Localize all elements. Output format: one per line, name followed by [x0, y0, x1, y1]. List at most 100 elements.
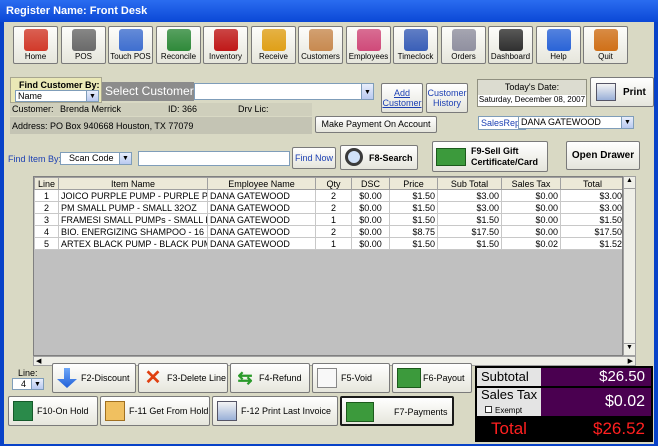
toolbar-button-dashboard[interactable]: Dashboard: [488, 26, 533, 64]
scroll-left-arrow[interactable]: ◀: [36, 357, 41, 365]
column-header[interactable]: Qty: [315, 177, 352, 190]
find-item-by-select[interactable]: Scan Code ▼: [60, 152, 132, 165]
open-drawer-button[interactable]: Open Drawer: [566, 141, 640, 170]
chevron-down-icon[interactable]: ▼: [621, 117, 633, 128]
table-cell: FRAMESI SMALL PUMPs - SMALL PUMP: [58, 213, 208, 226]
f9-gift-label: F9-Sell Gift Certificate/Card: [471, 146, 539, 167]
find-customer-panel: Find Customer By: Name ▼: [10, 77, 102, 103]
toolbar-button-label: Home: [24, 52, 47, 61]
toolbar-button-orders[interactable]: Orders: [441, 26, 486, 64]
toolbar-button-pos[interactable]: POS: [61, 26, 106, 64]
toolbar-button-inventory[interactable]: Inventory: [203, 26, 248, 64]
toolbar-button-label: Inventory: [209, 52, 242, 61]
print-button[interactable]: Print: [590, 77, 654, 107]
print-label: Print: [623, 87, 646, 98]
toolbar-button-reconcile[interactable]: Reconcile: [156, 26, 201, 64]
toolbar-button-quit[interactable]: Quit: [583, 26, 628, 64]
f4-refund-label: F4-Refund: [259, 373, 302, 383]
column-header[interactable]: Line: [34, 177, 59, 190]
f10-on-hold-button[interactable]: F10-On Hold: [8, 396, 98, 426]
scroll-down-arrow[interactable]: ▼: [624, 343, 635, 355]
toolbar-button-label: Reconcile: [160, 52, 197, 61]
customer-info-row: Customer: Brenda Merrick ID: 366 Drv Lic…: [10, 103, 312, 116]
line-selector-select[interactable]: 4 ▼: [12, 378, 44, 390]
f4-refund-button[interactable]: ⇆ F4-Refund: [230, 363, 310, 393]
table-cell: $1.52: [560, 237, 622, 250]
table-row[interactable]: 1JOICO PURPLE PUMP - PURPLE PUMPDANA GAT…: [34, 189, 622, 202]
f6-payout-label: F6-Payout: [423, 373, 465, 383]
f12-print-last-invoice-button[interactable]: F-12 Print Last Invoice: [212, 396, 338, 426]
column-header[interactable]: DSC: [351, 177, 390, 190]
table-cell: $1.50: [389, 201, 438, 214]
table-cell: $0.00: [351, 201, 390, 214]
table-cell: DANA GATEWOOD: [207, 213, 316, 226]
salesrep-select[interactable]: DANA GATEWOOD ▼: [518, 116, 634, 129]
toolbar-button-receive[interactable]: Receive: [251, 26, 296, 64]
chevron-down-icon[interactable]: ▼: [86, 91, 98, 101]
subtotal-value: $26.50: [541, 368, 651, 386]
toolbar-button-employees[interactable]: Employees: [346, 26, 391, 64]
toolbar-button-label: POS: [75, 52, 92, 61]
toolbar-button-label: Dashboard: [490, 52, 531, 61]
column-header[interactable]: Total: [560, 177, 622, 190]
f6-payout-button[interactable]: F6-Payout: [392, 363, 472, 393]
find-customer-by-select[interactable]: Name ▼: [15, 90, 99, 102]
table-row[interactable]: 5 ARTEX BLACK PUMP - BLACK PUMP DANA GATEW…: [34, 237, 622, 250]
todays-date-label: Today's Date:: [504, 82, 560, 92]
table-cell: DANA GATEWOOD: [207, 189, 316, 202]
money-icon: [346, 402, 374, 422]
find-item-input[interactable]: [138, 151, 290, 166]
scroll-up-arrow[interactable]: ▲: [624, 177, 635, 189]
f3-delete-line-button[interactable]: ✕ F3-Delete Line: [138, 363, 228, 393]
find-now-button[interactable]: Find Now: [292, 147, 336, 169]
f11-get-from-hold-label: F-11 Get From Hold: [129, 406, 209, 416]
exempt-checkbox-wrap[interactable]: Exempt: [481, 406, 522, 415]
address-value: PO Box 940668 Houston, TX 77079: [50, 121, 194, 131]
scroll-right-arrow[interactable]: ▶: [628, 357, 633, 365]
table-cell: $1.50: [560, 213, 622, 226]
make-payment-button[interactable]: Make Payment On Account: [315, 116, 437, 133]
drivers-license-label: Drv Lic:: [238, 104, 269, 114]
toolbar-button-home[interactable]: Home: [13, 26, 58, 64]
toolbar-button-timeclock[interactable]: Timeclock: [393, 26, 438, 64]
column-header[interactable]: Sales Tax: [501, 177, 561, 190]
table-cell: $1.50: [437, 237, 502, 250]
pos-icon: [71, 29, 96, 51]
select-customer-dropdown[interactable]: ▼: [194, 83, 374, 100]
refund-arrows-icon: ⇆: [237, 368, 253, 388]
f7-payments-button[interactable]: F7-Payments: [340, 396, 454, 426]
f8-search-button[interactable]: F8-Search: [340, 145, 418, 170]
toolbar-button-touch-pos[interactable]: Touch POS: [108, 26, 153, 64]
add-customer-button[interactable]: Add Customer: [381, 83, 423, 113]
column-header[interactable]: Employee Name: [207, 177, 316, 190]
table-row[interactable]: 2 PM SMALL PUMP - SMALL 32OZ DANA GATEWOOD…: [34, 201, 622, 214]
line-items-grid: Line Item Name Employee Name Qty DSC Price Sub…: [33, 176, 623, 356]
f9-gift-button[interactable]: F9-Sell Gift Certificate/Card: [432, 141, 548, 172]
chevron-down-icon[interactable]: ▼: [361, 84, 373, 99]
table-row[interactable]: 3FRAMESI SMALL PUMPs - SMALL PUMPDANA GA…: [34, 213, 622, 226]
chevron-down-icon[interactable]: ▼: [119, 153, 131, 164]
chevron-down-icon[interactable]: ▼: [31, 379, 43, 389]
column-header[interactable]: Item Name: [58, 177, 208, 190]
exempt-checkbox[interactable]: [485, 406, 492, 413]
f2-discount-button[interactable]: F2-Discount: [52, 363, 136, 393]
toolbar-button-help[interactable]: Help: [536, 26, 581, 64]
f5-void-label: F5-Void: [341, 373, 373, 383]
delete-x-icon: ✕: [144, 367, 162, 389]
toolbar-button-label: Receive: [259, 52, 288, 61]
customer-history-button[interactable]: Customer History: [426, 83, 468, 113]
toolbar-button-customers[interactable]: Customers: [298, 26, 343, 64]
table-cell: ARTEX BLACK PUMP - BLACK PUMP: [58, 237, 208, 250]
table-cell: $17.50: [437, 225, 502, 238]
line-selector-label: Line:: [18, 368, 38, 378]
todays-date-value: Saturday, December 08, 2007: [478, 95, 586, 106]
column-header[interactable]: Sub Total: [437, 177, 502, 190]
f5-void-button[interactable]: F5-Void: [312, 363, 390, 393]
table-row[interactable]: 4 BIO. ENERGIZING SHAMPOO - 16 OZ. DANA GA…: [34, 225, 622, 238]
f11-get-from-hold-button[interactable]: F-11 Get From Hold: [100, 396, 210, 426]
arrow-down-icon: [57, 368, 77, 388]
table-cell: 1: [34, 189, 59, 202]
table-cell: 2: [315, 225, 352, 238]
column-header[interactable]: Price: [389, 177, 438, 190]
grid-vertical-scrollbar[interactable]: ▲ ▼: [623, 176, 636, 356]
